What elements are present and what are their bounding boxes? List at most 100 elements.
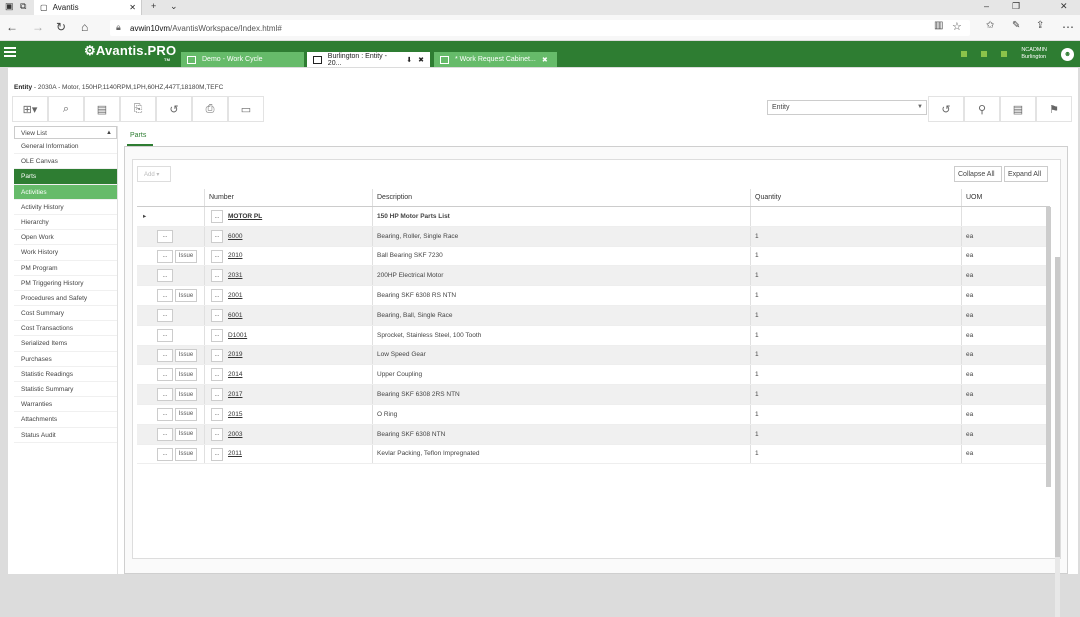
row-menu-button[interactable]: ...: [157, 368, 173, 382]
close-tab-icon[interactable]: ✕: [129, 3, 136, 12]
number-lookup-button[interactable]: ...: [211, 368, 223, 382]
table-row[interactable]: ... Issue... 2001 Bearing SKF 6308 RS NTN 1 e…: [137, 286, 1050, 306]
table-row[interactable]: ... Issue... 2014 Upper Coupling 1 ea: [137, 365, 1050, 386]
zoom-icon[interactable]: ⌕: [48, 96, 84, 122]
table-row[interactable]: ... Issue... 2011 Kevlar Packing, Teflon Im…: [137, 444, 1050, 465]
number-lookup-button[interactable]: ...: [211, 427, 223, 441]
sidebar-item-activity-history[interactable]: Activity History: [14, 200, 117, 215]
undo-icon[interactable]: ↺: [156, 96, 192, 122]
part-number-link[interactable]: 2015: [228, 405, 242, 424]
window-icon[interactable]: ▣: [5, 1, 14, 12]
part-number-link[interactable]: MOTOR PL: [228, 207, 262, 226]
sidebar-item-procedures-and-safety[interactable]: Procedures and Safety: [14, 291, 117, 307]
part-number-link[interactable]: 6000: [228, 227, 242, 246]
part-number-link[interactable]: 2011: [228, 445, 242, 464]
view-list-select[interactable]: View List ▲: [14, 126, 117, 139]
number-lookup-button[interactable]: ...: [211, 269, 223, 283]
sidebar-item-serialized-items[interactable]: Serialized Items: [14, 336, 117, 352]
avatar[interactable]: ☻: [1061, 47, 1074, 61]
sidebar-item-purchases[interactable]: Purchases: [14, 352, 117, 367]
browser-tab[interactable]: ▢ Avantis ✕: [34, 0, 142, 15]
part-number-link[interactable]: 2010: [228, 247, 242, 266]
issue-button[interactable]: Issue: [175, 388, 197, 402]
table-row[interactable]: ... Issue... 2019 Low Speed Gear 1 ea: [137, 345, 1050, 366]
row-menu-button[interactable]: ...: [157, 269, 173, 283]
part-number-link[interactable]: D1001: [228, 326, 247, 345]
row-menu-button[interactable]: ...: [157, 308, 173, 322]
pen-icon[interactable]: ✎: [1012, 20, 1020, 31]
part-number-link[interactable]: 2019: [228, 346, 242, 365]
copy-icon[interactable]: ▤: [84, 96, 120, 122]
number-lookup-button[interactable]: ...: [211, 210, 223, 223]
row-menu-button[interactable]: ...: [157, 447, 173, 461]
sidebar-item-pm-program[interactable]: PM Program: [14, 261, 117, 276]
tab-parts[interactable]: Parts: [127, 128, 153, 146]
sidebar-item-hierarchy[interactable]: Hierarchy: [14, 215, 117, 231]
panel-scrollbar[interactable]: [1055, 257, 1060, 617]
table-row[interactable]: ... Issue... 2015 O Ring 1 ea: [137, 404, 1050, 425]
sidebar-item-activities[interactable]: Activities: [14, 184, 117, 200]
reader-icon[interactable]: ▥: [934, 20, 943, 31]
refresh-icon[interactable]: ↻: [56, 20, 66, 34]
table-row[interactable]: ...... 6001 Bearing, Ball, Single Race 1 ea: [137, 305, 1050, 326]
add-button[interactable]: Add ▾: [137, 166, 171, 182]
expand-all-button[interactable]: Expand All: [1004, 166, 1048, 182]
row-menu-button[interactable]: ...: [157, 289, 173, 303]
more-icon[interactable]: ⋯: [1062, 20, 1074, 34]
number-lookup-button[interactable]: ...: [211, 249, 223, 263]
sidebar-item-general-information[interactable]: General Information: [14, 139, 117, 155]
issue-button[interactable]: Issue: [175, 348, 197, 362]
scrollbar-thumb[interactable]: [1055, 257, 1060, 557]
issue-button[interactable]: Issue: [175, 427, 197, 441]
part-number-link[interactable]: 2001: [228, 286, 242, 305]
row-menu-button[interactable]: ...: [157, 388, 173, 402]
number-lookup-button[interactable]: ...: [211, 447, 223, 461]
collapse-all-button[interactable]: Collapse All: [954, 166, 1002, 182]
bookmark-icon[interactable]: ⚑: [1036, 96, 1072, 122]
table-row[interactable]: ▸... MOTOR PL 150 HP Motor Parts List: [137, 207, 1050, 227]
new-icon[interactable]: ⊞▾: [12, 96, 48, 122]
column-header-quantity[interactable]: Quantity: [755, 189, 781, 206]
table-row[interactable]: ... Issue... 2017 Bearing SKF 6308 2RS NTN 1…: [137, 385, 1050, 405]
issue-button[interactable]: Issue: [175, 368, 197, 382]
menu-icon[interactable]: [4, 47, 16, 59]
sidebar-item-open-work[interactable]: Open Work: [14, 230, 117, 246]
minimize-icon[interactable]: –: [984, 1, 989, 11]
sidebar-item-parts[interactable]: Parts: [14, 169, 117, 185]
sidebar-item-cost-summary[interactable]: Cost Summary: [14, 306, 117, 322]
entity-select[interactable]: Entity ▼: [767, 100, 927, 115]
part-number-link[interactable]: 2017: [228, 385, 242, 404]
undo-icon[interactable]: ↺: [928, 96, 964, 122]
sidebar-item-status-audit[interactable]: Status Audit: [14, 428, 117, 443]
pin-icon[interactable]: ⚲: [964, 96, 1000, 122]
grid-icon[interactable]: [961, 51, 968, 57]
sidebar-item-pm-triggering-history[interactable]: PM Triggering History: [14, 276, 117, 291]
table-row[interactable]: ... Issue... 2010 Ball Bearing SKF 7230 1 ea: [137, 246, 1050, 267]
close-icon[interactable]: ✖: [418, 56, 424, 64]
grid-scrollbar[interactable]: [1046, 207, 1051, 487]
row-menu-button[interactable]: ...: [157, 407, 173, 421]
column-header-number[interactable]: Number: [209, 189, 234, 206]
sidebar-item-cost-transactions[interactable]: Cost Transactions: [14, 321, 117, 337]
sidebar-item-attachments[interactable]: Attachments: [14, 412, 117, 428]
table-row[interactable]: ...... D1001 Sprocket, Stainless Steel, 10…: [137, 325, 1050, 346]
number-lookup-button[interactable]: ...: [211, 308, 223, 322]
close-window-icon[interactable]: ✕: [1060, 1, 1068, 12]
app-tab-work-request[interactable]: * Work Request Cabinet... ✖: [434, 52, 557, 67]
sidebar-item-statistic-readings[interactable]: Statistic Readings: [14, 367, 117, 382]
sidebar-item-ole-canvas[interactable]: OLE Canvas: [14, 154, 117, 170]
part-number-link[interactable]: 2014: [228, 365, 242, 384]
row-menu-button[interactable]: ...: [157, 328, 173, 342]
grid-icon[interactable]: [981, 51, 988, 57]
home-icon[interactable]: ⌂: [81, 20, 88, 34]
row-menu-button[interactable]: ...: [157, 427, 173, 441]
sidebar-item-statistic-summary[interactable]: Statistic Summary: [14, 382, 117, 398]
issue-button[interactable]: Issue: [175, 249, 197, 263]
number-lookup-button[interactable]: ...: [211, 289, 223, 303]
app-tab-work-cycle[interactable]: Demo - Work Cycle: [181, 52, 304, 67]
download-icon[interactable]: ⬇: [406, 56, 412, 64]
star-icon[interactable]: ☆: [952, 20, 962, 33]
url-field[interactable]: 🔒︎ avwin10vm/AvantisWorkspace/Index.html…: [110, 20, 970, 36]
favorites-icon[interactable]: ✩: [986, 20, 994, 31]
close-icon[interactable]: ✖: [542, 56, 548, 64]
